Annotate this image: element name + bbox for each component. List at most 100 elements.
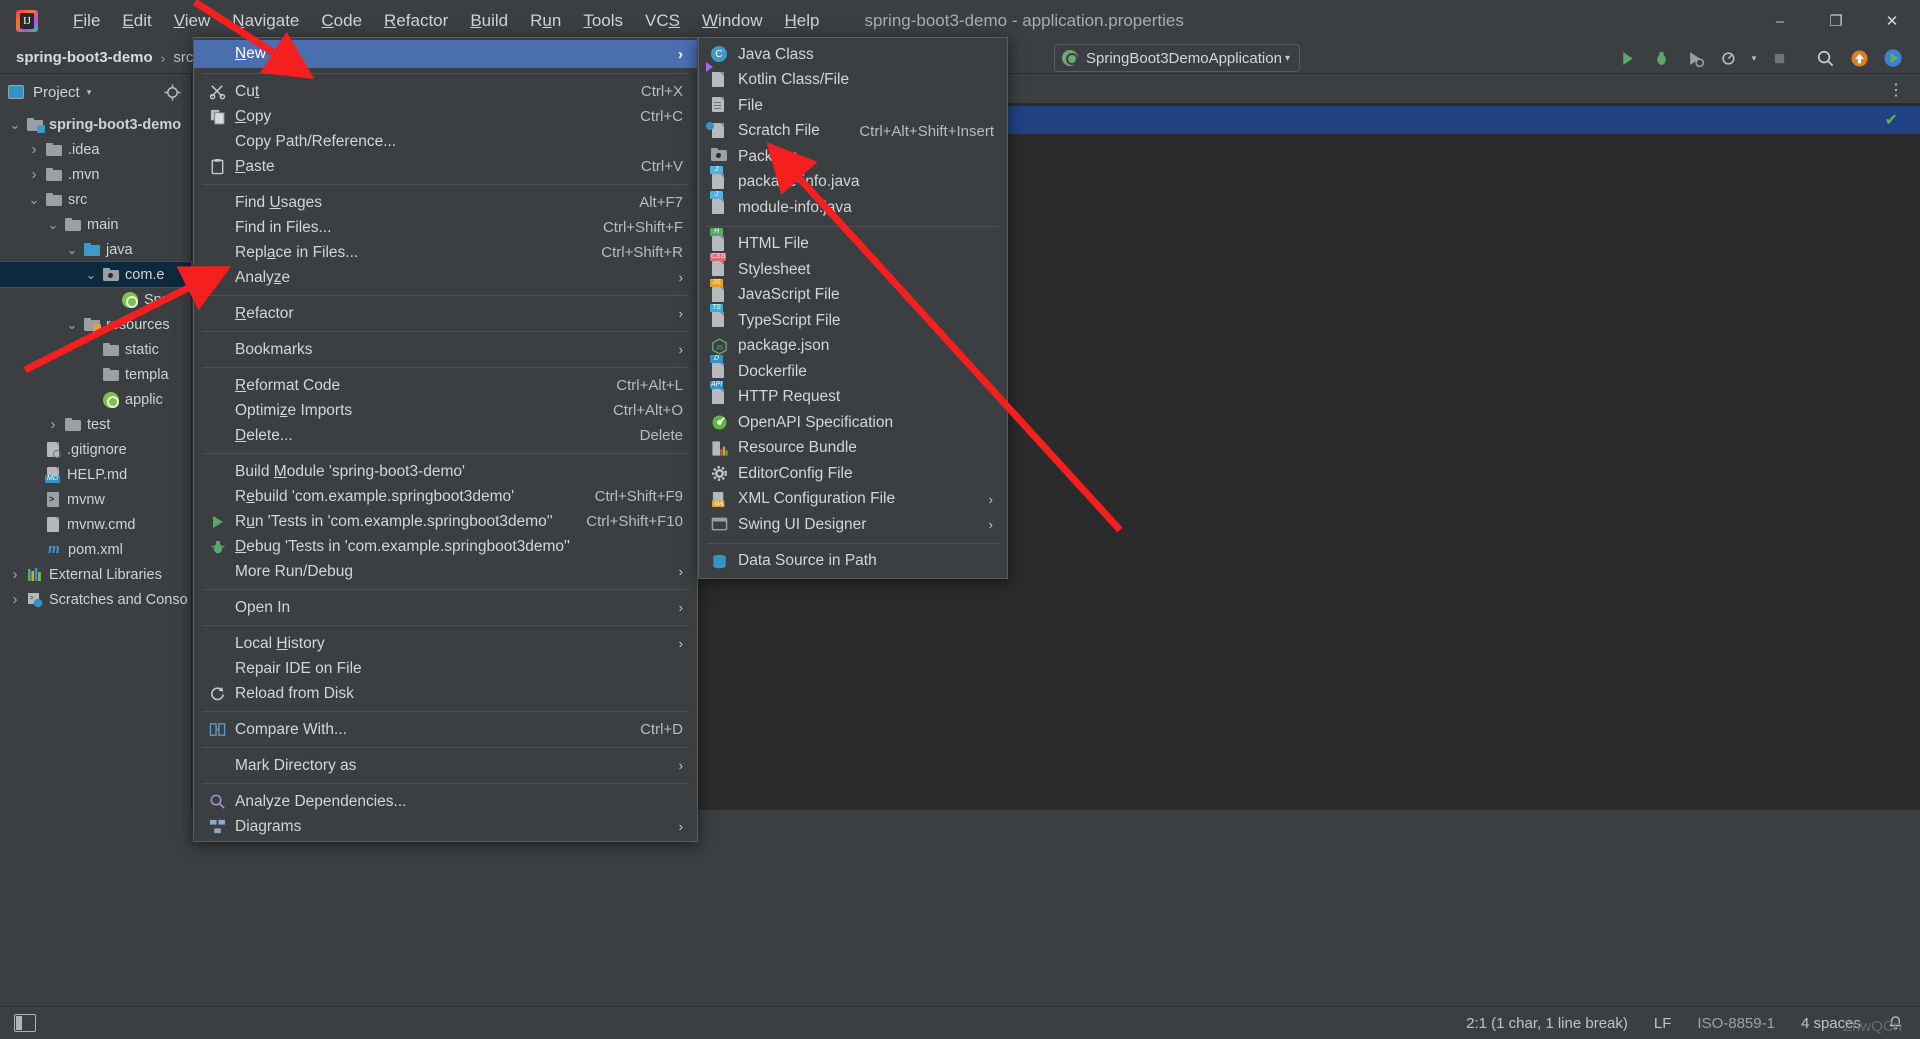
chevron-right-icon[interactable]: › xyxy=(679,342,683,357)
menu-item-compare-with[interactable]: Compare With... Ctrl+D xyxy=(194,717,697,742)
main-menu-bar[interactable]: File Edit View Navigate Code Refactor Build Run… xyxy=(62,7,830,35)
tree-node-pomxml[interactable]: m pom.xml xyxy=(0,537,191,562)
menu-item-local-history[interactable]: Local History › xyxy=(194,631,697,656)
menu-item-reload-from-disk[interactable]: Reload from Disk xyxy=(194,681,697,706)
chevron-right-icon[interactable]: › xyxy=(679,564,683,579)
chevron-right-icon[interactable]: › xyxy=(679,270,683,285)
menu-item-reformat-code[interactable]: Reformat Code Ctrl+Alt+L xyxy=(194,373,697,398)
chevron-right-icon[interactable]: › xyxy=(46,416,60,433)
new-menu-item-module-info-java[interactable]: Jmodule-info.java xyxy=(699,191,1007,221)
minimize-button[interactable]: – xyxy=(1752,0,1808,42)
update-project-icon[interactable] xyxy=(1842,42,1876,74)
menu-code[interactable]: Code xyxy=(310,7,373,35)
chevron-right-icon[interactable]: › xyxy=(989,517,993,532)
tree-node-gitignore[interactable]: .gitignore xyxy=(0,437,191,462)
menu-tools[interactable]: Tools xyxy=(572,7,634,35)
new-menu-item-resource-bundle[interactable]: Resource Bundle xyxy=(699,436,1007,462)
menu-item-rebuild-com-example-springboot3demo[interactable]: Rebuild 'com.example.springboot3demo' Ctr… xyxy=(194,484,697,509)
menu-item-open-in[interactable]: Open In › xyxy=(194,595,697,620)
new-file-submenu[interactable]: C Java Class Kotlin Class/File File Scratch … xyxy=(698,37,1008,579)
run-with-coverage-button[interactable] xyxy=(1678,42,1712,74)
menu-item-bookmarks[interactable]: Bookmarks › xyxy=(194,337,697,362)
toggle-tool-window-icon[interactable] xyxy=(14,1014,36,1032)
menu-item-build-module-spring-boot3-demo[interactable]: Build Module 'spring-boot3-demo' xyxy=(194,459,697,484)
chevron-right-icon[interactable]: › xyxy=(678,46,683,63)
menu-window[interactable]: Window xyxy=(691,7,773,35)
chevron-down-icon[interactable]: ⌄ xyxy=(65,318,79,332)
menu-item-cut[interactable]: Cut Ctrl+X xyxy=(194,79,697,104)
locate-target-icon[interactable] xyxy=(164,84,181,101)
new-menu-item-java-class[interactable]: C Java Class xyxy=(699,42,1007,68)
menu-item-mark-directory-as[interactable]: Mark Directory as › xyxy=(194,753,697,778)
menu-item-analyze-dependencies[interactable]: Analyze Dependencies... xyxy=(194,789,697,814)
settings-icon[interactable] xyxy=(1876,42,1910,74)
tree-node-applic[interactable]: applic xyxy=(0,387,191,412)
menu-build[interactable]: Build xyxy=(459,7,519,35)
new-menu-item-javascript-file[interactable]: JS JavaScript File xyxy=(699,278,1007,309)
tree-node-static[interactable]: static xyxy=(0,337,191,362)
context-menu[interactable]: New › Cut Ctrl+X Copy Ctrl+C Copy Path/Referen… xyxy=(193,37,698,842)
chevron-down-icon[interactable]: ⌄ xyxy=(46,218,60,232)
tree-node-src[interactable]: ⌄ src xyxy=(0,187,191,212)
menu-item-find-usages[interactable]: Find Usages Alt+F7 xyxy=(194,190,697,215)
menu-item-copy-path-reference[interactable]: Copy Path/Reference... xyxy=(194,129,697,154)
new-menu-item-data-source-in-path[interactable]: Data Source in Path xyxy=(699,549,1007,575)
menu-item-repair-ide-on-file[interactable]: Repair IDE on File xyxy=(194,656,697,681)
breadcrumb-project[interactable]: spring-boot3-demo xyxy=(16,49,153,66)
tree-node-springboot3demo[interactable]: ⌄ spring-boot3-demo xyxy=(0,112,191,137)
chevron-down-icon[interactable]: ⌄ xyxy=(8,118,22,132)
tree-node-helpmd[interactable]: MD HELP.md xyxy=(0,462,191,487)
chevron-right-icon[interactable]: › xyxy=(679,636,683,651)
run-configuration-selector[interactable]: SpringBoot3DemoApplication ▾ xyxy=(1054,44,1300,72)
breadcrumb-src[interactable]: src xyxy=(173,49,193,66)
file-encoding[interactable]: ISO-8859-1 xyxy=(1697,1015,1775,1032)
chevron-down-icon[interactable]: ▾ xyxy=(87,87,92,98)
tree-node-mvn[interactable]: › .mvn xyxy=(0,162,191,187)
new-menu-item-dockerfile[interactable]: D Dockerfile xyxy=(699,355,1007,385)
menu-item-find-in-files[interactable]: Find in Files... Ctrl+Shift+F xyxy=(194,215,697,240)
menu-item-analyze[interactable]: Analyze › xyxy=(194,265,697,290)
new-menu-item-package-json[interactable]: JS package.json xyxy=(699,334,1007,360)
menu-item-more-run-debug[interactable]: More Run/Debug › xyxy=(194,559,697,584)
menu-navigate[interactable]: Navigate xyxy=(221,7,310,35)
menu-item-new[interactable]: New › xyxy=(194,40,697,68)
chevron-right-icon[interactable]: › xyxy=(8,591,22,608)
menu-item-debug-tests-in-com-example-springboot3demo[interactable]: Debug 'Tests in 'com.example.springboot3… xyxy=(194,534,697,559)
tree-node-scratchesandconso[interactable]: › > Scratches and Conso xyxy=(0,587,191,612)
search-everywhere-icon[interactable] xyxy=(1808,42,1842,74)
menu-item-replace-in-files[interactable]: Replace in Files... Ctrl+Shift+R xyxy=(194,240,697,265)
new-menu-item-xml-configuration-file[interactable]: XML XML Configuration File › xyxy=(699,487,1007,513)
chevron-right-icon[interactable]: › xyxy=(27,141,41,158)
menu-run[interactable]: Run xyxy=(519,7,572,35)
new-menu-item-http-request[interactable]: API HTTP Request xyxy=(699,380,1007,411)
tree-node-come[interactable]: ⌄ com.e xyxy=(0,261,192,288)
tree-node-mvnwcmd[interactable]: mvnw.cmd xyxy=(0,512,191,537)
caret-position[interactable]: 2:1 (1 char, 1 line break) xyxy=(1466,1015,1628,1032)
maximize-button[interactable]: ❐ xyxy=(1808,0,1864,42)
chevron-right-icon[interactable]: › xyxy=(679,600,683,615)
tree-node-main[interactable]: ⌄ main xyxy=(0,212,191,237)
menu-edit[interactable]: Edit xyxy=(111,7,162,35)
chevron-down-icon[interactable]: ⌄ xyxy=(27,193,41,207)
close-button[interactable]: ✕ xyxy=(1864,0,1920,42)
tree-node-spr[interactable]: Spr xyxy=(0,287,191,312)
new-menu-item-scratch-file[interactable]: Scratch File Ctrl+Alt+Shift+Insert xyxy=(699,119,1007,145)
new-menu-item-file[interactable]: File xyxy=(699,93,1007,119)
new-menu-item-package[interactable]: Package xyxy=(699,144,1007,170)
tree-node-mvnw[interactable]: > mvnw xyxy=(0,487,191,512)
stop-button[interactable] xyxy=(1762,42,1796,74)
chevron-right-icon[interactable]: › xyxy=(8,566,22,583)
new-menu-item-editorconfig-file[interactable]: EditorConfig File xyxy=(699,461,1007,487)
chevron-down-icon[interactable]: ▾ xyxy=(1285,53,1290,64)
menu-file[interactable]: File xyxy=(62,7,111,35)
chevron-right-icon[interactable]: › xyxy=(679,758,683,773)
tree-node-externallibraries[interactable]: › External Libraries xyxy=(0,562,191,587)
new-menu-item-typescript-file[interactable]: TS TypeScript File xyxy=(699,304,1007,334)
editor-options-icon[interactable]: ⋮ xyxy=(1888,80,1906,100)
chevron-right-icon[interactable]: › xyxy=(27,166,41,183)
line-separator[interactable]: LF xyxy=(1654,1015,1672,1032)
menu-item-optimize-imports[interactable]: Optimize Imports Ctrl+Alt+O xyxy=(194,398,697,423)
tree-node-idea[interactable]: › .idea xyxy=(0,137,191,162)
menu-help[interactable]: Help xyxy=(773,7,830,35)
chevron-right-icon[interactable]: › xyxy=(679,819,683,834)
